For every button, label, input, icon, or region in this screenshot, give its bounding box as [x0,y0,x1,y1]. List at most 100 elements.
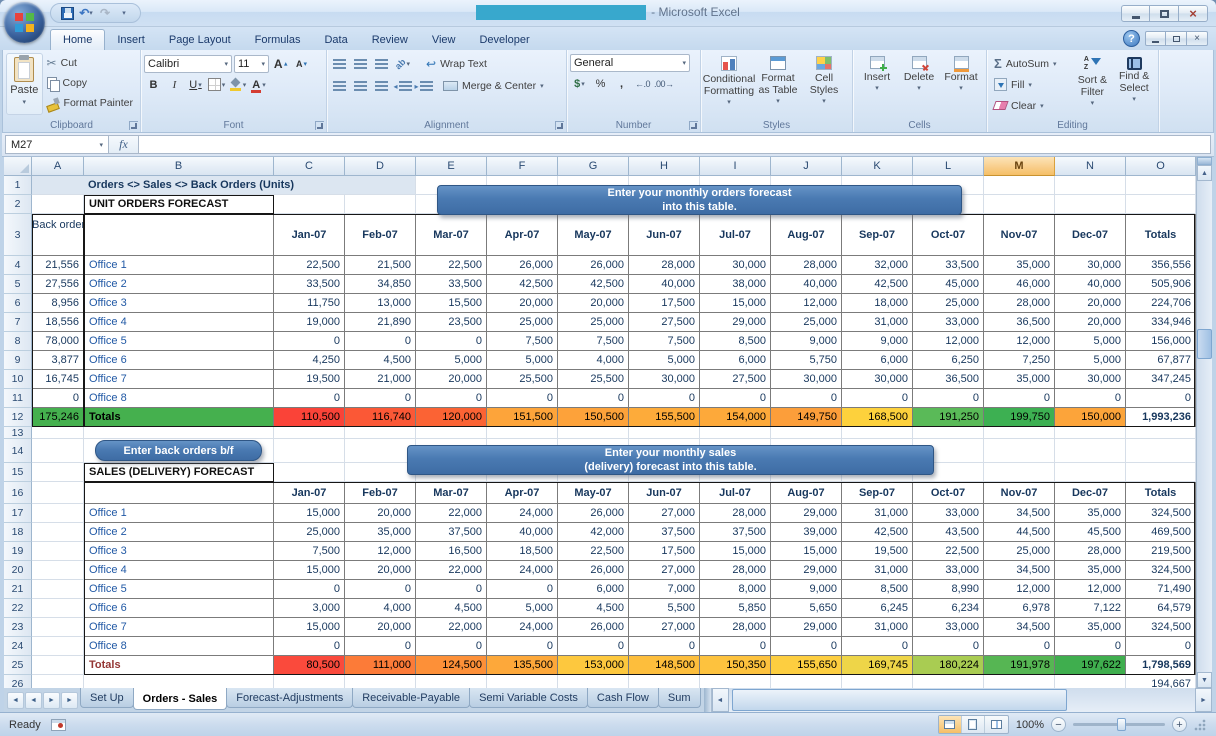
scroll-up-button[interactable]: ▲ [1197,165,1212,181]
cell-G4[interactable]: 26,000 [558,256,629,275]
cell-K19[interactable]: 19,500 [842,542,913,561]
cell-E2[interactable] [416,195,487,214]
column-header-O[interactable]: O [1126,157,1196,176]
cell-G24[interactable]: 0 [558,637,629,656]
cell-M19[interactable]: 25,000 [984,542,1055,561]
sheet-tab-sum[interactable]: Sum [657,688,701,708]
insert-function-button[interactable]: fx [109,135,139,154]
cell-H4[interactable]: 28,000 [629,256,700,275]
cell-A5[interactable]: 27,556 [32,275,84,294]
align-top-button[interactable] [330,55,349,74]
cell-J10[interactable]: 30,000 [771,370,842,389]
cell-K5[interactable]: 42,500 [842,275,913,294]
cell-N24[interactable]: 0 [1055,637,1126,656]
cell-M13[interactable] [984,427,1055,439]
cell-K25[interactable]: 169,745 [842,656,913,675]
cell-H12[interactable]: 155,500 [629,408,700,427]
page-layout-view-button[interactable] [962,716,985,733]
cell-D8[interactable]: 0 [345,332,416,351]
cell-I10[interactable]: 27,500 [700,370,771,389]
cell-N10[interactable]: 30,000 [1055,370,1126,389]
cell-M10[interactable]: 35,000 [984,370,1055,389]
cell-A7[interactable]: 18,556 [32,313,84,332]
cell-M6[interactable]: 28,000 [984,294,1055,313]
sheet-tab-set-up[interactable]: Set Up [80,688,134,708]
cell-F20[interactable]: 24,000 [487,561,558,580]
cell-G26[interactable] [558,675,629,688]
cell-O13[interactable] [1126,427,1196,439]
cell-O9[interactable]: 67,877 [1126,351,1196,370]
cell-B23[interactable]: Office 7 [84,618,274,637]
cell-D5[interactable]: 34,850 [345,275,416,294]
cell-O15[interactable] [1126,463,1196,482]
cell-N20[interactable]: 35,000 [1055,561,1126,580]
page-break-view-button[interactable] [985,716,1008,733]
cell-E16[interactable]: Mar-07 [416,482,487,504]
row-header-20[interactable]: 20 [4,561,32,580]
cell-G25[interactable]: 153,000 [558,656,629,675]
row-header-7[interactable]: 7 [4,313,32,332]
borders-button[interactable]: ▾ [207,75,226,94]
cell-H18[interactable]: 37,500 [629,523,700,542]
format-cells-button[interactable]: Format ▾ [940,53,982,94]
cell-K26[interactable] [842,675,913,688]
cell-C21[interactable]: 0 [274,580,345,599]
cell-I11[interactable]: 0 [700,389,771,408]
cell-G21[interactable]: 6,000 [558,580,629,599]
cell-E19[interactable]: 16,500 [416,542,487,561]
cell-F26[interactable] [487,675,558,688]
cell-K12[interactable]: 168,500 [842,408,913,427]
cell-J18[interactable]: 39,000 [771,523,842,542]
grow-font-button[interactable]: A ▾ [271,54,290,73]
ribbon-tab-home[interactable]: Home [50,29,106,50]
cell-F1[interactable] [487,176,558,195]
cell-M21[interactable]: 12,000 [984,580,1055,599]
cell-G16[interactable]: May-07 [558,482,629,504]
cell-F10[interactable]: 25,500 [487,370,558,389]
cell-H21[interactable]: 7,000 [629,580,700,599]
cell-N9[interactable]: 5,000 [1055,351,1126,370]
cell-N16[interactable]: Dec-07 [1055,482,1126,504]
row-header-3[interactable]: 3 [4,214,32,256]
cell-G13[interactable] [558,427,629,439]
cell-C2[interactable] [274,195,345,214]
cell-M24[interactable]: 0 [984,637,1055,656]
cell-N18[interactable]: 45,500 [1055,523,1126,542]
tab-split-handle[interactable] [703,688,711,712]
workbook-minimize-button[interactable] [1145,31,1166,46]
cell-A8[interactable]: 78,000 [32,332,84,351]
cell-F17[interactable]: 24,000 [487,504,558,523]
cell-O19[interactable]: 219,500 [1126,542,1196,561]
cell-F16[interactable]: Apr-07 [487,482,558,504]
cell-C5[interactable]: 33,500 [274,275,345,294]
cell-J6[interactable]: 12,000 [771,294,842,313]
cell-M5[interactable]: 46,000 [984,275,1055,294]
cell-O25[interactable]: 1,798,569 [1126,656,1196,675]
minimize-button[interactable] [1121,5,1150,22]
cell-A21[interactable] [32,580,84,599]
wrap-text-button[interactable]: ↩ Wrap Text [422,54,491,74]
next-sheet-button[interactable]: ► [43,691,60,709]
cell-G9[interactable]: 4,000 [558,351,629,370]
cell-C18[interactable]: 25,000 [274,523,345,542]
row-header-1[interactable]: 1 [4,176,32,195]
ribbon-tab-formulas[interactable]: Formulas [243,30,313,50]
ribbon-tab-insert[interactable]: Insert [105,30,157,50]
help-button[interactable]: ? [1123,30,1140,47]
cell-B19[interactable]: Office 3 [84,542,274,561]
font-color-button[interactable]: A ▾ [249,75,268,94]
number-format-select[interactable]: General ▾ [570,54,690,72]
cell-L7[interactable]: 33,000 [913,313,984,332]
cell-J23[interactable]: 29,000 [771,618,842,637]
cell-D15[interactable] [345,463,416,482]
font-name-select[interactable]: Calibri ▾ [144,54,232,73]
cell-O26[interactable]: 194,667 [1126,675,1196,688]
row-header-17[interactable]: 17 [4,504,32,523]
row-header-25[interactable]: 25 [4,656,32,675]
horizontal-scroll-thumb[interactable] [731,689,1068,711]
cell-L9[interactable]: 6,250 [913,351,984,370]
row-header-5[interactable]: 5 [4,275,32,294]
horizontal-scrollbar[interactable]: ◄ ► [710,688,1212,712]
row-header-6[interactable]: 6 [4,294,32,313]
cell-K7[interactable]: 31,000 [842,313,913,332]
